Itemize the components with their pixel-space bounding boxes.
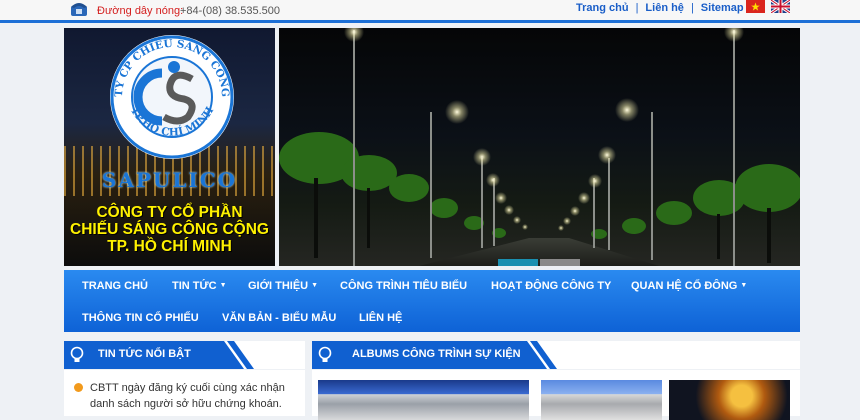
news-box-title: TIN TỨC NỔI BẬT — [98, 348, 191, 360]
street-lights-image — [279, 28, 800, 266]
phone-icon — [71, 3, 87, 16]
top-links: Trang chủ | Liên hệ | Sitemap — [576, 2, 744, 14]
chevron-down-icon: ▼ — [219, 282, 227, 289]
separator: | — [635, 2, 639, 14]
slider-dots — [498, 259, 580, 266]
album-thumbnail[interactable] — [318, 380, 529, 420]
nav-label: CÔNG TRÌNH TIÊU BIỂU — [340, 280, 468, 292]
nav-item-shareholders[interactable]: QUAN HỆ CỔ ĐÔNG ▼ — [631, 280, 747, 292]
nav-label: HOẠT ĐỘNG CÔNG TY — [491, 280, 612, 292]
bullet-icon — [74, 383, 83, 392]
company-line: CÔNG TY CỔ PHẦN — [96, 204, 243, 221]
logo-emblem: CÔNG TY CP CHIẾU SÁNG CÔNG CỘNG TP.HỒ CH… — [108, 33, 234, 159]
album-thumbnail[interactable] — [541, 380, 662, 420]
nav-item-stock-info[interactable]: THÔNG TIN CỔ PHIẾU — [82, 312, 199, 324]
nav-item-about[interactable]: GIỚI THIỆU ▼ — [248, 280, 318, 292]
nav-label: VĂN BẢN - BIỂU MẪU — [222, 312, 337, 324]
nav-label: GIỚI THIỆU — [248, 280, 309, 292]
top-link-sitemap[interactable]: Sitemap — [701, 2, 744, 14]
nav-item-news[interactable]: TIN TỨC ▼ — [172, 280, 227, 292]
nav-item-activities[interactable]: HOẠT ĐỘNG CÔNG TY — [491, 280, 611, 292]
company-line: CHIẾU SÁNG CÔNG CỘNG — [70, 221, 269, 238]
separator: | — [690, 2, 694, 14]
nav-label: THÔNG TIN CỔ PHIẾU — [82, 312, 199, 324]
album-thumbnail[interactable] — [669, 380, 790, 420]
albums-gallery — [312, 370, 800, 420]
top-divider — [0, 20, 860, 23]
albums-box-header: ALBUMS CÔNG TRÌNH SỰ KIỆN — [312, 341, 800, 369]
hero-slider[interactable] — [279, 28, 800, 266]
chevron-down-icon: ▼ — [311, 282, 319, 289]
slider-dot[interactable] — [498, 259, 538, 266]
nav-item-projects[interactable]: CÔNG TRÌNH TIÊU BIỂU — [340, 280, 467, 292]
main-navigation: TRANG CHỦ TIN TỨC ▼ GIỚI THIỆU ▼ CÔNG TRÌN… — [64, 270, 800, 332]
nav-label: TIN TỨC — [172, 280, 217, 292]
news-box-header: TIN TỨC NỔI BẬT — [64, 341, 305, 369]
slider-dot[interactable] — [540, 259, 580, 266]
news-item-link[interactable]: CBTT ngày đăng ký cuối cùng xác nhận dan… — [90, 380, 295, 412]
lightbulb-icon — [318, 346, 332, 362]
company-logo[interactable]: CÔNG TY CP CHIẾU SÁNG CÔNG CỘNG TP.HỒ CH… — [64, 28, 275, 266]
top-bar: Đường dây nóng: +84-(08) 38.535.500 Tran… — [0, 0, 860, 22]
company-name: CÔNG TY CỔ PHẦN CHIẾU SÁNG CÔNG CỘNG TP.… — [64, 204, 275, 255]
top-link-home[interactable]: Trang chủ — [576, 2, 629, 14]
nav-label: QUAN HỆ CỔ ĐÔNG — [631, 280, 738, 292]
hotline-number: +84-(08) 38.535.500 — [180, 5, 280, 17]
nav-item-contact[interactable]: LIÊN HỆ — [359, 312, 402, 324]
uk-flag-icon[interactable] — [771, 0, 790, 13]
albums-box-title: ALBUMS CÔNG TRÌNH SỰ KIỆN — [352, 348, 521, 360]
chevron-down-icon: ▼ — [740, 282, 748, 289]
lightbulb-icon — [70, 346, 84, 362]
top-link-contact[interactable]: Liên hệ — [645, 2, 684, 14]
vietnam-flag-icon[interactable] — [746, 0, 765, 13]
nav-label: LIÊN HỆ — [359, 312, 403, 324]
nav-item-documents[interactable]: VĂN BẢN - BIỂU MẪU — [222, 312, 336, 324]
news-list: CBTT ngày đăng ký cuối cùng xác nhận dan… — [64, 370, 305, 416]
brand-name: SAPULICO — [101, 168, 238, 192]
nav-item-home[interactable]: TRANG CHỦ — [82, 280, 148, 292]
hotline-label: Đường dây nóng: — [97, 5, 184, 17]
company-line: TP. HỒ CHÍ MINH — [107, 238, 232, 255]
nav-label: TRANG CHỦ — [82, 280, 148, 292]
